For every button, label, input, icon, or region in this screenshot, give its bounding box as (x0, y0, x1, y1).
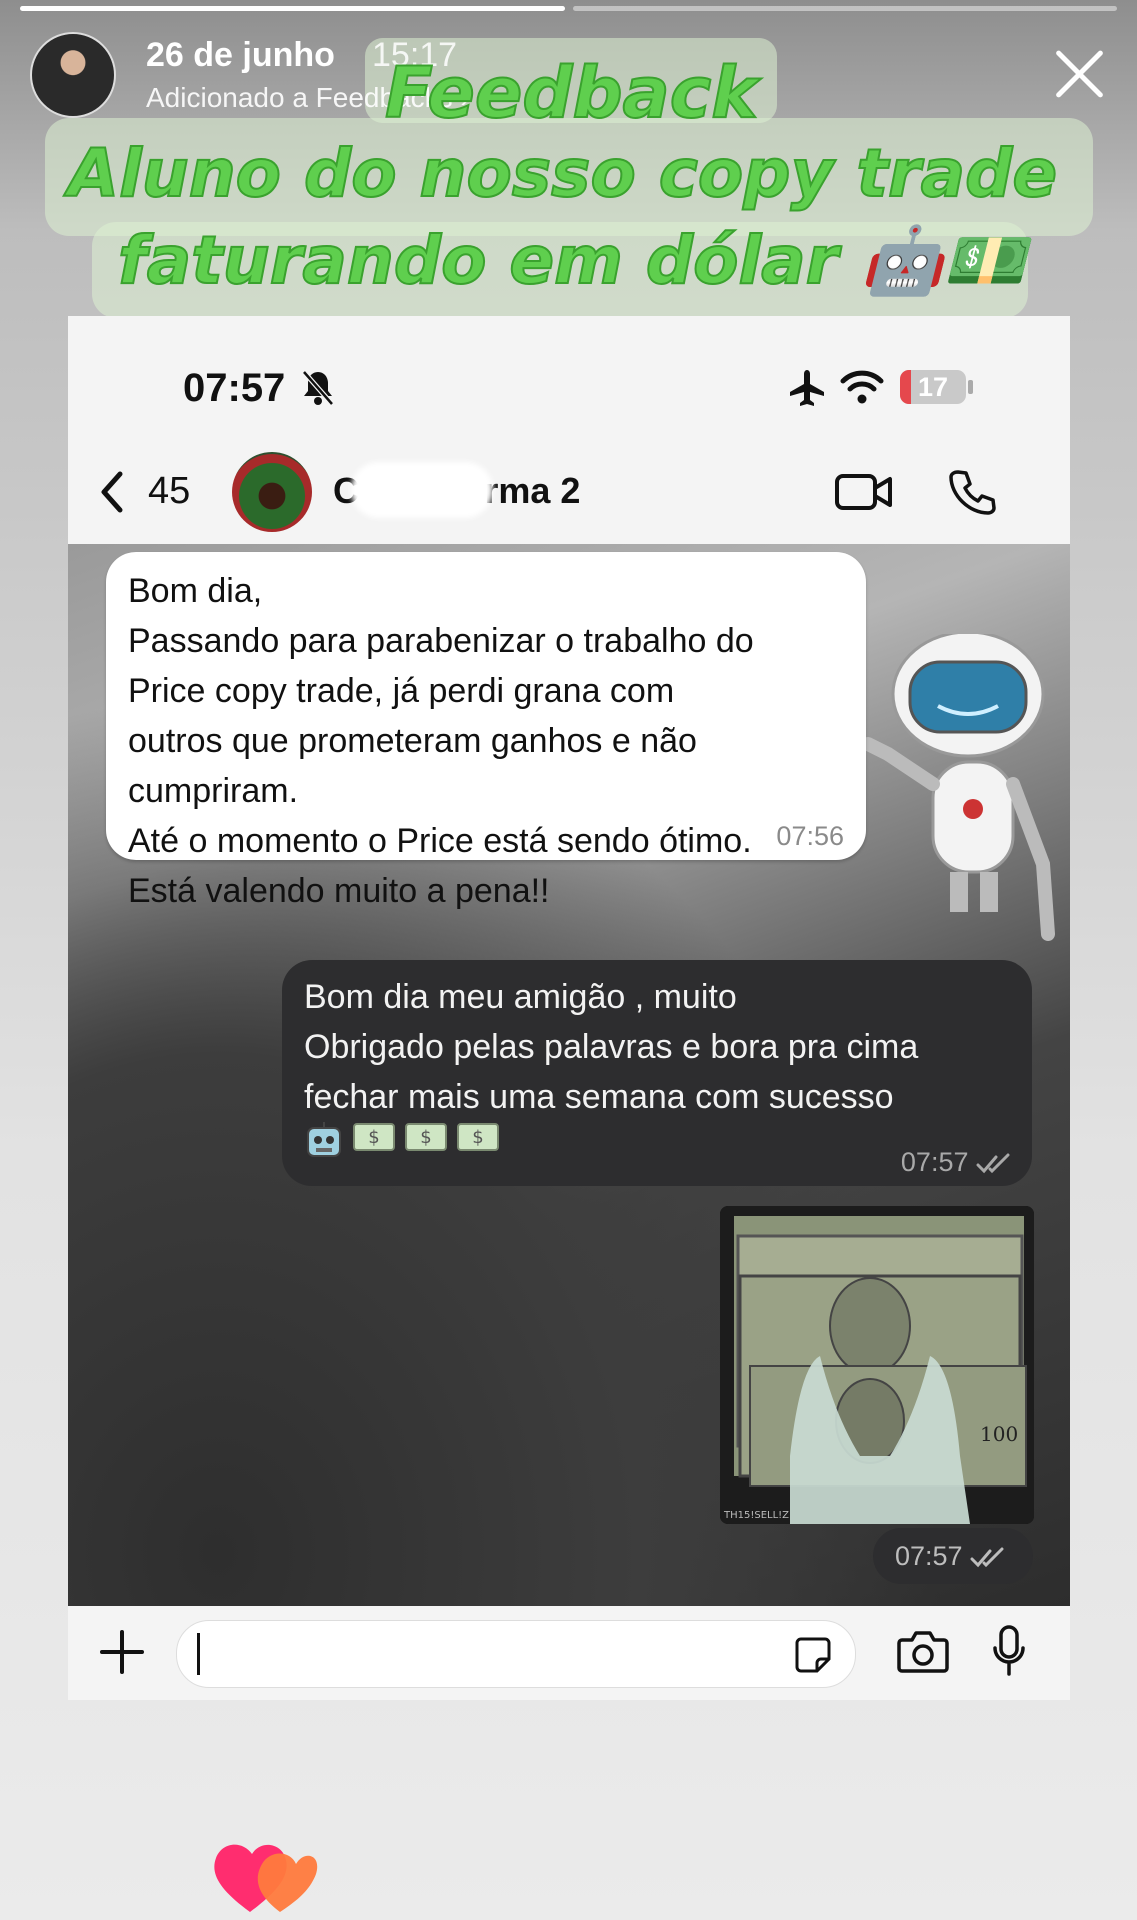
wifi-icon (840, 370, 884, 404)
group-avatar[interactable] (232, 452, 312, 532)
svg-text:100: 100 (980, 1422, 1018, 1446)
status-time: 07:57 (183, 366, 286, 410)
bell-muted-icon (302, 370, 334, 406)
chat-header: 45 C opy Turma 2 (68, 440, 1070, 544)
photo-time-badge: 07:57 (873, 1528, 1033, 1584)
progress-fill (20, 6, 565, 11)
money-emoji-icon: $ (353, 1123, 395, 1151)
emoji-row: $ $ $ (304, 1120, 500, 1160)
double-check-icon (976, 1153, 1010, 1174)
message-time-row: 07:57 (901, 1147, 1012, 1178)
robot-emoji-icon (307, 1122, 341, 1157)
money-counter-photo-icon: 100 TH15!SELL!Z (720, 1206, 1034, 1524)
battery-percentage: 17 (917, 372, 949, 402)
message-time: 07:56 (776, 821, 844, 851)
message-text: Bom dia, Passando para parabenizar o tra… (128, 572, 754, 910)
redaction-blur (351, 462, 493, 518)
heart-icon[interactable] (210, 1834, 320, 1916)
svg-text:$: $ (368, 1127, 379, 1148)
double-check-icon (970, 1547, 1004, 1568)
headline-line-3: faturando em dólar 🤖💵 (117, 221, 1027, 300)
message-time: 07:57 (900, 1147, 969, 1177)
plus-icon[interactable] (98, 1628, 146, 1676)
story-progress (20, 6, 1117, 11)
message-text: Bom dia meu amigão , muito Obrigado pela… (304, 978, 919, 1116)
video-call-icon[interactable] (834, 470, 894, 514)
story-progress-segment-2 (572, 6, 1117, 11)
close-icon[interactable] (1051, 46, 1107, 102)
battery-indicator: 17 (900, 370, 966, 404)
headline-title: Feedback (384, 51, 759, 135)
incoming-message[interactable]: Bom dia, Passando para parabenizar o tra… (106, 552, 866, 910)
sticker-icon[interactable] (793, 1635, 833, 1675)
svg-text:$: $ (472, 1127, 483, 1148)
chat-area[interactable]: Bom dia, Passando para parabenizar o tra… (68, 544, 1070, 1606)
money-emoji-icon: $ (405, 1123, 447, 1151)
camera-icon[interactable] (896, 1628, 950, 1674)
outgoing-message[interactable]: Bom dia meu amigão , muito Obrigado pela… (282, 960, 1032, 1186)
svg-text:$: $ (420, 1127, 431, 1148)
message-input[interactable] (176, 1620, 856, 1688)
money-emoji-icon: $ (457, 1123, 499, 1151)
phone-call-icon[interactable] (948, 468, 996, 516)
headline-line-2: Aluno do nosso copy trade (67, 134, 1058, 213)
profile-avatar[interactable] (30, 32, 116, 118)
whatsapp-screenshot: 07:57 17 45 C opy Turma 2 (68, 316, 1070, 1700)
unread-count[interactable]: 45 (148, 470, 190, 513)
story-date: 26 de junho (146, 36, 335, 74)
message-time: 07:57 (895, 1541, 963, 1571)
microphone-icon[interactable] (992, 1624, 1026, 1678)
photo-message[interactable]: 100 TH15!SELL!Z (720, 1206, 1034, 1524)
airplane-icon (790, 370, 824, 406)
message-time-row: 07:57 (895, 1541, 1006, 1572)
message-input-bar (68, 1606, 1070, 1700)
battery-cap (968, 380, 973, 394)
story-progress-segment-1 (20, 6, 565, 11)
chevron-left-icon[interactable] (96, 470, 128, 514)
status-bar: 07:57 17 (68, 316, 1070, 440)
robot-sticker-icon (861, 634, 1055, 941)
photo-watermark: TH15!SELL!Z (723, 1510, 789, 1521)
text-caret (197, 1633, 200, 1675)
